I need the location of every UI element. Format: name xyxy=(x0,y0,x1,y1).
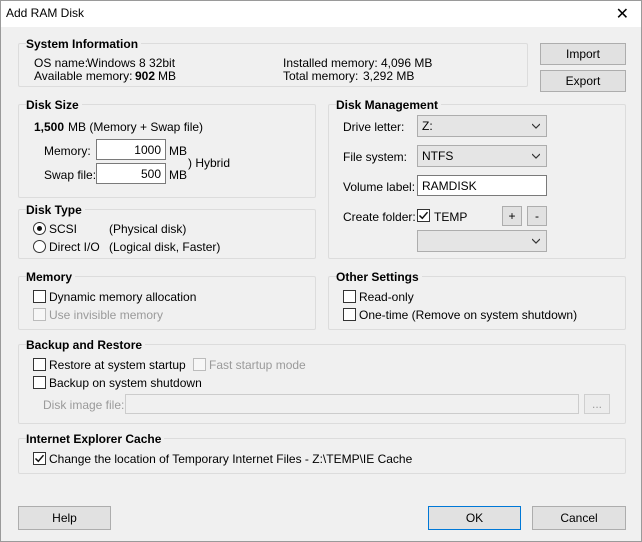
restore-startup-checkbox[interactable] xyxy=(33,358,46,371)
remove-folder-button[interactable]: - xyxy=(527,206,547,226)
direct-io-radio[interactable] xyxy=(33,240,46,253)
ie-cache-checkbox[interactable] xyxy=(33,452,46,465)
memory-title: Memory xyxy=(26,270,76,284)
disk-size-total-suffix: MB (Memory + Swap file) xyxy=(68,120,204,134)
one-time-label[interactable]: One-time (Remove on system shutdown) xyxy=(359,308,577,322)
ie-cache-title: Internet Explorer Cache xyxy=(26,432,165,446)
browse-image-button: ... xyxy=(584,394,610,414)
disk-image-file-label: Disk image file: xyxy=(43,398,125,412)
export-button[interactable]: Export xyxy=(540,70,626,92)
window-title: Add RAM Disk xyxy=(6,6,85,20)
backup-shutdown-label[interactable]: Backup on system shutdown xyxy=(49,376,202,390)
folder-list-select[interactable] xyxy=(417,230,547,252)
create-folder-label: Create folder: xyxy=(343,210,416,224)
installed-memory-value: 4,096 MB xyxy=(381,56,433,70)
hybrid-label: ) Hybrid xyxy=(188,156,231,170)
os-name-value: Windows 8 32bit xyxy=(87,56,176,70)
direct-io-label[interactable]: Direct I/O xyxy=(49,240,100,254)
other-settings-title: Other Settings xyxy=(336,270,422,284)
volume-label-label: Volume label: xyxy=(343,180,416,194)
help-button[interactable]: Help xyxy=(18,506,111,530)
drive-letter-select[interactable]: Z: xyxy=(417,115,547,137)
total-memory-value: 3,292 MB xyxy=(363,69,415,83)
ok-button[interactable]: OK xyxy=(428,506,521,530)
create-folder-checkbox[interactable] xyxy=(417,209,430,222)
direct-io-description: (Logical disk, Faster) xyxy=(109,240,221,254)
add-folder-button[interactable]: + xyxy=(502,206,522,226)
one-time-checkbox[interactable] xyxy=(343,308,356,321)
ie-cache-label[interactable]: Change the location of Temporary Interne… xyxy=(49,452,412,466)
volume-label-input[interactable] xyxy=(417,175,547,196)
create-folder-value: TEMP xyxy=(434,210,468,224)
import-button[interactable]: Import xyxy=(540,43,626,65)
memory-size-label: Memory: xyxy=(44,144,91,158)
disk-management-title: Disk Management xyxy=(336,98,442,112)
backup-restore-title: Backup and Restore xyxy=(26,338,146,352)
drive-letter-label: Drive letter: xyxy=(343,120,405,134)
add-ram-disk-dialog: Add RAM Disk ✕ System Information OS nam… xyxy=(0,0,642,542)
available-memory-value: 902 xyxy=(135,69,156,83)
cancel-button[interactable]: Cancel xyxy=(532,506,626,530)
file-system-label: File system: xyxy=(343,150,408,164)
installed-memory-label: Installed memory: xyxy=(283,56,378,70)
disk-type-title: Disk Type xyxy=(26,203,85,217)
scsi-description: (Physical disk) xyxy=(109,222,187,236)
memory-size-input[interactable] xyxy=(96,139,166,160)
radio-selected-dot xyxy=(37,226,42,231)
disk-size-total-value: 1,500 xyxy=(34,120,65,134)
swap-file-unit: MB xyxy=(169,168,187,182)
swap-file-input[interactable] xyxy=(96,163,166,184)
disk-image-file-input xyxy=(125,394,579,414)
drive-letter-value: Z: xyxy=(422,119,433,133)
file-system-select[interactable]: NTFS xyxy=(417,145,547,167)
fast-startup-checkbox xyxy=(193,358,206,371)
scsi-label[interactable]: SCSI xyxy=(49,222,77,236)
title-bar: Add RAM Disk ✕ xyxy=(1,1,641,27)
chevron-down-icon xyxy=(532,153,540,159)
swap-file-label: Swap file: xyxy=(44,168,97,182)
os-name-label: OS name: xyxy=(34,56,89,70)
backup-shutdown-checkbox[interactable] xyxy=(33,376,46,389)
total-memory-label: Total memory: xyxy=(283,69,359,83)
close-icon[interactable]: ✕ xyxy=(616,4,629,24)
invisible-memory-checkbox xyxy=(33,308,46,321)
file-system-value: NTFS xyxy=(422,149,454,163)
restore-startup-label[interactable]: Restore at system startup xyxy=(49,358,186,372)
read-only-label[interactable]: Read-only xyxy=(359,290,414,304)
checkmark-icon xyxy=(34,454,45,463)
chevron-down-icon xyxy=(532,238,540,244)
available-memory-label: Available memory: xyxy=(34,69,133,83)
invisible-memory-label: Use invisible memory xyxy=(49,308,164,322)
disk-size-title: Disk Size xyxy=(26,98,82,112)
scsi-radio[interactable] xyxy=(33,222,46,235)
dynamic-memory-checkbox[interactable] xyxy=(33,290,46,303)
dynamic-memory-label[interactable]: Dynamic memory allocation xyxy=(49,290,196,304)
available-memory-unit: MB xyxy=(158,69,176,83)
checkmark-icon xyxy=(418,211,429,220)
fast-startup-label: Fast startup mode xyxy=(209,358,306,372)
system-information-title: System Information xyxy=(26,37,142,51)
chevron-down-icon xyxy=(532,123,540,129)
read-only-checkbox[interactable] xyxy=(343,290,356,303)
memory-size-unit: MB xyxy=(169,144,187,158)
